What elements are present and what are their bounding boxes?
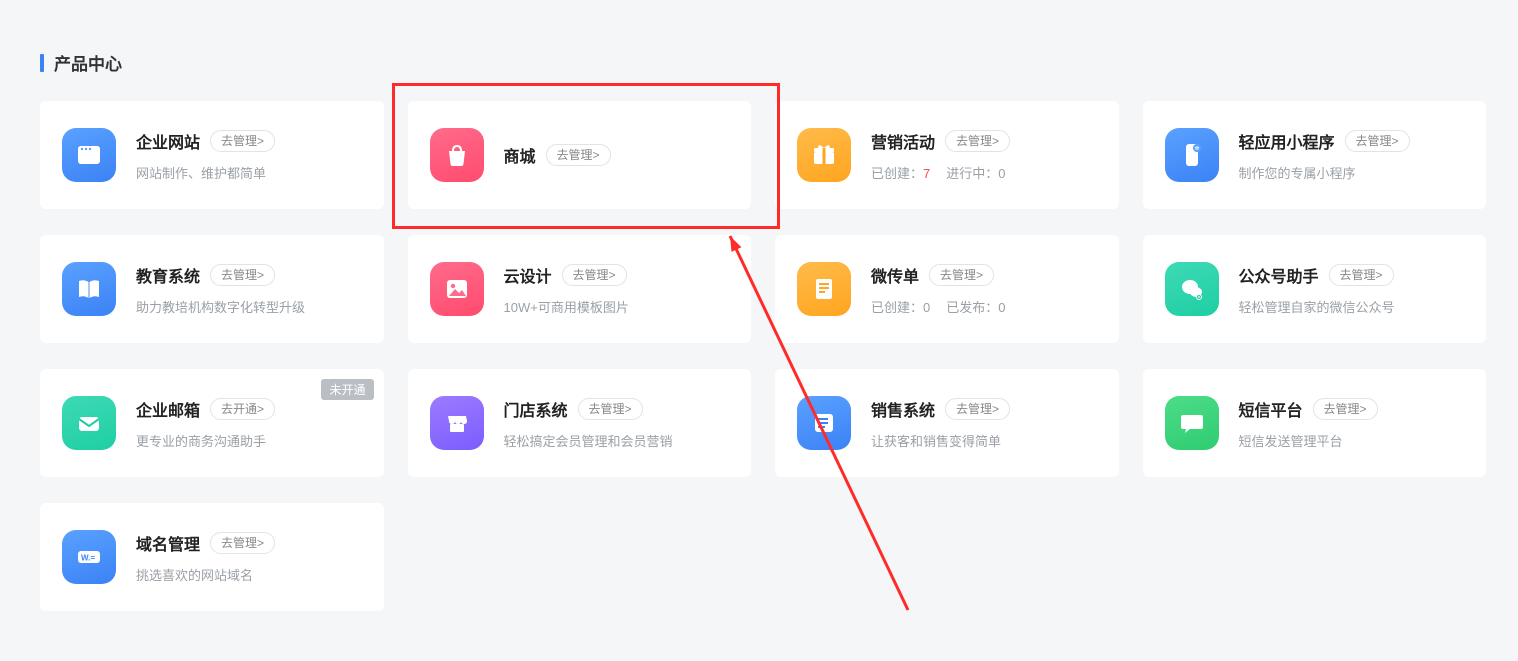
card-description: 让获客和销售变得简单 — [871, 431, 1097, 450]
svg-text:W.=: W.= — [81, 554, 95, 563]
poster-icon — [797, 262, 851, 316]
product-card-sms[interactable]: 短信平台去管理> 短信发送管理平台 — [1143, 369, 1487, 477]
card-body: 云设计去管理> 10W+可商用模板图片 — [504, 263, 730, 316]
product-card-mail[interactable]: 未开通企业邮箱去开通> 更专业的商务沟通助手 — [40, 369, 384, 477]
manage-button[interactable]: 去管理> — [562, 264, 627, 286]
image-icon — [430, 262, 484, 316]
mail-icon — [62, 396, 116, 450]
card-title: 微传单 — [871, 263, 919, 287]
card-body: 营销活动去管理> 已创建：7 进行中：0 — [871, 129, 1097, 182]
card-title: 轻应用小程序 — [1239, 129, 1335, 153]
card-body: 微传单去管理> 已创建：0 已发布：0 — [871, 263, 1097, 316]
manage-button[interactable]: 去管理> — [578, 398, 643, 420]
card-title: 短信平台 — [1239, 397, 1303, 421]
card-title: 云设计 — [504, 263, 552, 287]
card-title: 公众号助手 — [1239, 263, 1319, 287]
card-description: 助力教培机构数字化转型升级 — [136, 297, 362, 316]
product-card-shop[interactable]: 商城去管理> — [408, 101, 752, 209]
card-title: 门店系统 — [504, 397, 568, 421]
bag-icon — [430, 128, 484, 182]
product-card-flyer[interactable]: 微传单去管理> 已创建：0 已发布：0 — [775, 235, 1119, 343]
card-description: 10W+可商用模板图片 — [504, 297, 730, 316]
stat-item: 已创建：7 — [871, 163, 930, 182]
card-body: 销售系统去管理> 让获客和销售变得简单 — [871, 397, 1097, 450]
chat-icon — [1165, 396, 1219, 450]
product-card-domain[interactable]: W.= 域名管理去管理> 挑选喜欢的网站域名 — [40, 503, 384, 611]
card-title: 商城 — [504, 143, 536, 167]
product-card-edu[interactable]: 教育系统去管理> 助力教培机构数字化转型升级 — [40, 235, 384, 343]
book-icon — [62, 262, 116, 316]
product-card-store[interactable]: 门店系统去管理> 轻松搞定会员管理和会员营销 — [408, 369, 752, 477]
manage-button[interactable]: 去管理> — [945, 398, 1010, 420]
manage-button[interactable]: 去开通> — [210, 398, 275, 420]
manage-button[interactable]: 去管理> — [210, 264, 275, 286]
product-card-miniapp[interactable]: 轻应用小程序去管理> 制作您的专属小程序 — [1143, 101, 1487, 209]
card-title: 企业网站 — [136, 129, 200, 153]
stat-item: 进行中：0 — [946, 163, 1005, 182]
manage-button[interactable]: 去管理> — [929, 264, 994, 286]
card-description: 轻松管理自家的微信公众号 — [1239, 297, 1465, 316]
window-icon — [62, 128, 116, 182]
card-stats: 已创建：0 已发布：0 — [871, 297, 1097, 316]
card-description: 挑选喜欢的网站域名 — [136, 565, 362, 584]
domain-icon: W.= — [62, 530, 116, 584]
card-description: 网站制作、维护都简单 — [136, 163, 362, 182]
wechat-icon — [1165, 262, 1219, 316]
card-title: 营销活动 — [871, 129, 935, 153]
section-title: 产品中心 — [40, 50, 1486, 75]
manage-button[interactable]: 去管理> — [945, 130, 1010, 152]
manage-button[interactable]: 去管理> — [210, 532, 275, 554]
card-description: 轻松搞定会员管理和会员营销 — [504, 431, 730, 450]
card-description: 短信发送管理平台 — [1239, 431, 1465, 450]
card-title: 教育系统 — [136, 263, 200, 287]
card-title: 域名管理 — [136, 531, 200, 555]
gift-icon — [797, 128, 851, 182]
card-body: 域名管理去管理> 挑选喜欢的网站域名 — [136, 531, 362, 584]
store-icon — [430, 396, 484, 450]
manage-button[interactable]: 去管理> — [546, 144, 611, 166]
card-body: 公众号助手去管理> 轻松管理自家的微信公众号 — [1239, 263, 1465, 316]
product-card-website[interactable]: 企业网站去管理> 网站制作、维护都简单 — [40, 101, 384, 209]
card-description: 更专业的商务沟通助手 — [136, 431, 362, 450]
product-card-wechat[interactable]: 公众号助手去管理> 轻松管理自家的微信公众号 — [1143, 235, 1487, 343]
card-body: 企业邮箱去开通> 更专业的商务沟通助手 — [136, 397, 362, 450]
list-icon — [797, 396, 851, 450]
stat-item: 已创建：0 — [871, 297, 930, 316]
product-card-sales[interactable]: 销售系统去管理> 让获客和销售变得简单 — [775, 369, 1119, 477]
card-description: 制作您的专属小程序 — [1239, 163, 1465, 182]
stat-item: 已发布：0 — [946, 297, 1005, 316]
phone-icon — [1165, 128, 1219, 182]
card-title: 企业邮箱 — [136, 397, 200, 421]
card-body: 门店系统去管理> 轻松搞定会员管理和会员营销 — [504, 397, 730, 450]
card-body: 商城去管理> — [504, 143, 730, 167]
card-body: 短信平台去管理> 短信发送管理平台 — [1239, 397, 1465, 450]
manage-button[interactable]: 去管理> — [1313, 398, 1378, 420]
status-badge: 未开通 — [321, 379, 373, 400]
product-card-design[interactable]: 云设计去管理> 10W+可商用模板图片 — [408, 235, 752, 343]
manage-button[interactable]: 去管理> — [210, 130, 275, 152]
card-stats: 已创建：7 进行中：0 — [871, 163, 1097, 182]
card-body: 教育系统去管理> 助力教培机构数字化转型升级 — [136, 263, 362, 316]
card-body: 企业网站去管理> 网站制作、维护都简单 — [136, 129, 362, 182]
title-accent-bar — [40, 54, 44, 72]
manage-button[interactable]: 去管理> — [1329, 264, 1394, 286]
manage-button[interactable]: 去管理> — [1345, 130, 1410, 152]
product-card-marketing[interactable]: 营销活动去管理> 已创建：7 进行中：0 — [775, 101, 1119, 209]
section-title-text: 产品中心 — [54, 50, 122, 75]
card-title: 销售系统 — [871, 397, 935, 421]
card-body: 轻应用小程序去管理> 制作您的专属小程序 — [1239, 129, 1465, 182]
